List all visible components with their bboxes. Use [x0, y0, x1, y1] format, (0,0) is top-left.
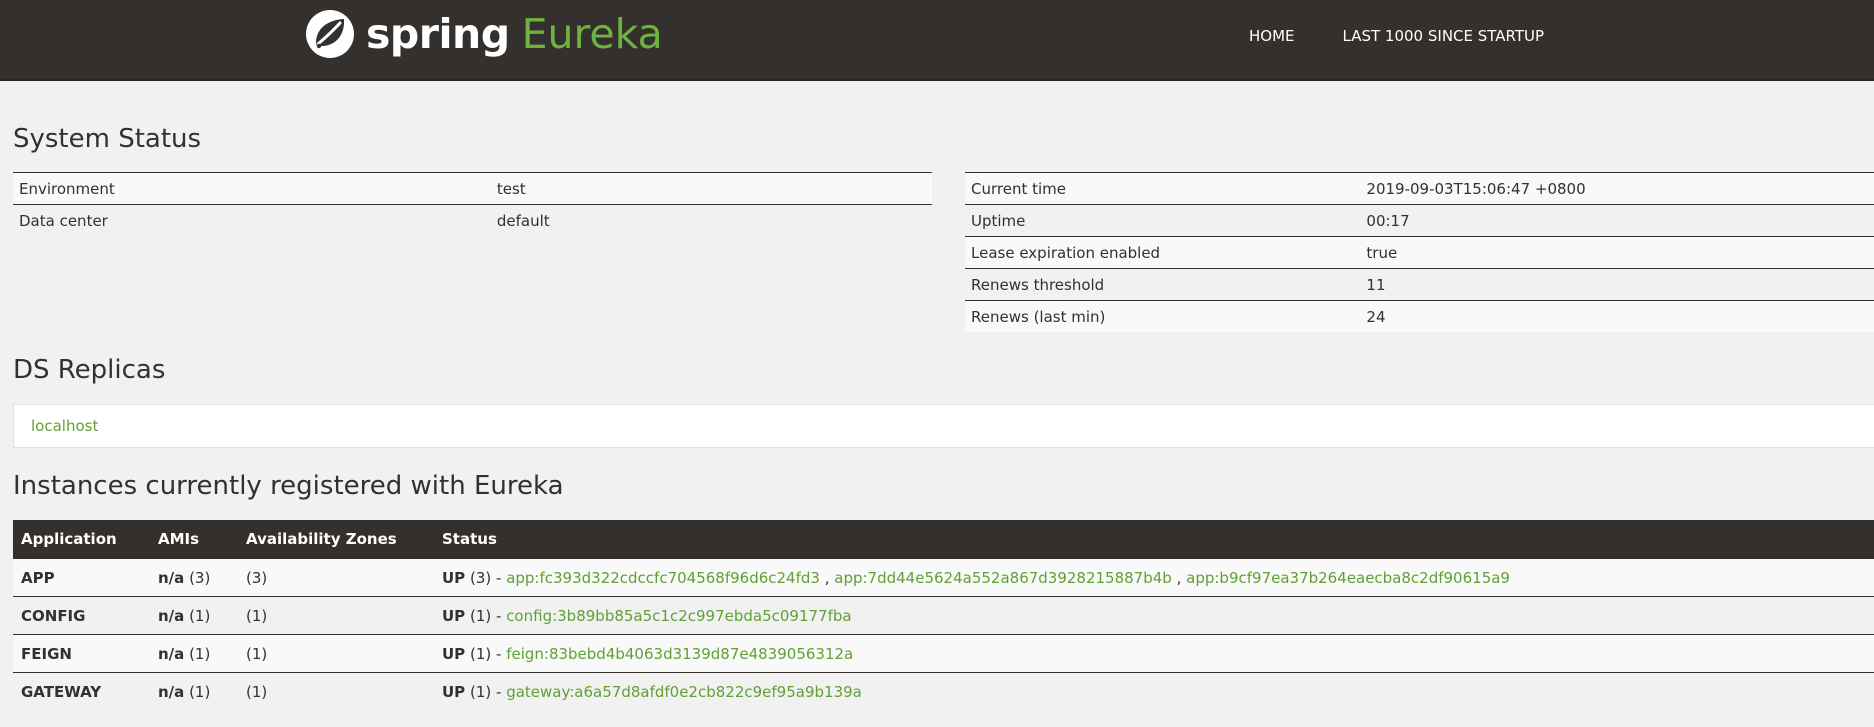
instance-row: GATEWAY n/a (1) (1) UP (1) - gateway:a6a57d…	[13, 672, 1874, 710]
ami-label: n/a	[158, 606, 185, 625]
ds-replicas-heading: DS Replicas	[13, 355, 166, 385]
status-row: Renews threshold 11	[965, 268, 1874, 301]
status-row: Renews (last min) 24	[965, 300, 1874, 332]
ami-label: n/a	[158, 682, 185, 701]
column-header-status: Status	[434, 520, 1874, 559]
amis-cell: n/a (1)	[150, 596, 238, 635]
status-cell: UP (1) - gateway:a6a57d8afdf0e2cb822c9ef…	[434, 672, 1874, 710]
status-label: Uptime	[965, 204, 1361, 237]
instance-link[interactable]: config:3b89bb85a5c1c2c997ebda5c09177fba	[506, 607, 851, 625]
spring-leaf-icon	[306, 10, 354, 58]
status-cell: UP (3) - app:fc393d322cdccfc704568f96d6c…	[434, 558, 1874, 597]
ds-replicas-panel: localhost	[13, 404, 1874, 448]
status-row: Lease expiration enabled true	[965, 236, 1874, 269]
nav-home-link[interactable]: HOME	[1249, 27, 1295, 45]
status-cell: UP (1) - config:3b89bb85a5c1c2c997ebda5c…	[434, 596, 1874, 635]
status-label: Renews threshold	[965, 268, 1361, 301]
status-row: Current time 2019-09-03T15:06:47 +0800	[965, 172, 1874, 205]
status-label: Renews (last min)	[965, 300, 1361, 332]
status-label: Environment	[13, 172, 491, 205]
instance-link[interactable]: app:fc393d322cdccfc704568f96d6c24fd3	[506, 569, 820, 587]
status-count: (1) -	[469, 606, 502, 625]
system-status-right-table: Current time 2019-09-03T15:06:47 +0800 Upt…	[965, 172, 1874, 332]
status-label: Current time	[965, 172, 1361, 205]
nav-last1000-link[interactable]: LAST 1000 SINCE STARTUP	[1343, 27, 1545, 45]
status-cell: UP (1) - feign:83bebd4b4063d3139d87e4839…	[434, 634, 1874, 673]
status-label: Data center	[13, 204, 491, 236]
ami-count: (1)	[189, 682, 211, 701]
status-row: Uptime 00:17	[965, 204, 1874, 237]
column-header-application: Application	[13, 520, 150, 559]
instance-link[interactable]: app:7dd44e5624a552a867d3928215887b4b	[834, 569, 1172, 587]
application-name: FEIGN	[13, 634, 150, 673]
instance-link[interactable]: gateway:a6a57d8afdf0e2cb822c9ef95a9b139a	[506, 683, 862, 701]
ami-label: n/a	[158, 644, 185, 663]
status-row: Environment test	[13, 172, 932, 205]
brand[interactable]: spring Eureka	[304, 8, 663, 60]
availability-zones: (3)	[238, 558, 434, 597]
status-label: UP	[442, 682, 466, 701]
status-value: 24	[1360, 300, 1874, 332]
ami-count: (3)	[189, 568, 211, 587]
instances-header-row: Application AMIs Availability Zones Stat…	[13, 520, 1874, 559]
application-name: GATEWAY	[13, 672, 150, 710]
brand-spring-text: spring	[366, 10, 510, 58]
system-status-left-table: Environment test Data center default	[13, 172, 932, 236]
status-label: UP	[442, 568, 466, 587]
status-value: true	[1360, 236, 1874, 269]
amis-cell: n/a (1)	[150, 634, 238, 673]
instances-heading: Instances currently registered with Eure…	[13, 471, 564, 501]
status-count: (1) -	[469, 682, 502, 701]
status-label: UP	[442, 606, 466, 625]
column-header-availability-zones: Availability Zones	[238, 520, 434, 559]
ami-count: (1)	[189, 644, 211, 663]
availability-zones: (1)	[238, 596, 434, 635]
availability-zones: (1)	[238, 672, 434, 710]
status-value: 00:17	[1360, 204, 1874, 237]
replica-link-localhost[interactable]: localhost	[31, 417, 98, 435]
instance-row: CONFIG n/a (1) (1) UP (1) - config:3b89bb85…	[13, 596, 1874, 635]
column-header-amis: AMIs	[150, 520, 238, 559]
status-value: 2019-09-03T15:06:47 +0800	[1360, 172, 1874, 205]
availability-zones: (1)	[238, 634, 434, 673]
ami-label: n/a	[158, 568, 185, 587]
ami-count: (1)	[189, 606, 211, 625]
status-value: 11	[1360, 268, 1874, 301]
status-value: default	[490, 204, 932, 236]
instances-table: Application AMIs Availability Zones Stat…	[13, 520, 1874, 710]
status-row: Data center default	[13, 204, 932, 236]
amis-cell: n/a (1)	[150, 672, 238, 710]
status-label: UP	[442, 644, 466, 663]
nav-links: HOME LAST 1000 SINCE STARTUP	[1249, 27, 1592, 45]
status-label: Lease expiration enabled	[965, 236, 1361, 269]
application-name: CONFIG	[13, 596, 150, 635]
navbar: spring Eureka HOME LAST 1000 SINCE START…	[0, 0, 1874, 79]
instance-row: FEIGN n/a (1) (1) UP (1) - feign:83bebd4b40…	[13, 634, 1874, 673]
brand-eureka-text: Eureka	[521, 10, 663, 58]
instance-link[interactable]: app:b9cf97ea37b264eaecba8c2df90615a9	[1186, 569, 1510, 587]
status-value: test	[490, 172, 932, 205]
application-name: APP	[13, 558, 150, 597]
instance-link[interactable]: feign:83bebd4b4063d3139d87e4839056312a	[506, 645, 853, 663]
status-count: (3) -	[469, 568, 502, 587]
status-count: (1) -	[469, 644, 502, 663]
amis-cell: n/a (3)	[150, 558, 238, 597]
instance-row: APP n/a (3) (3) UP (3) - app:fc393d322cdccf…	[13, 558, 1874, 597]
system-status-heading: System Status	[13, 124, 202, 154]
